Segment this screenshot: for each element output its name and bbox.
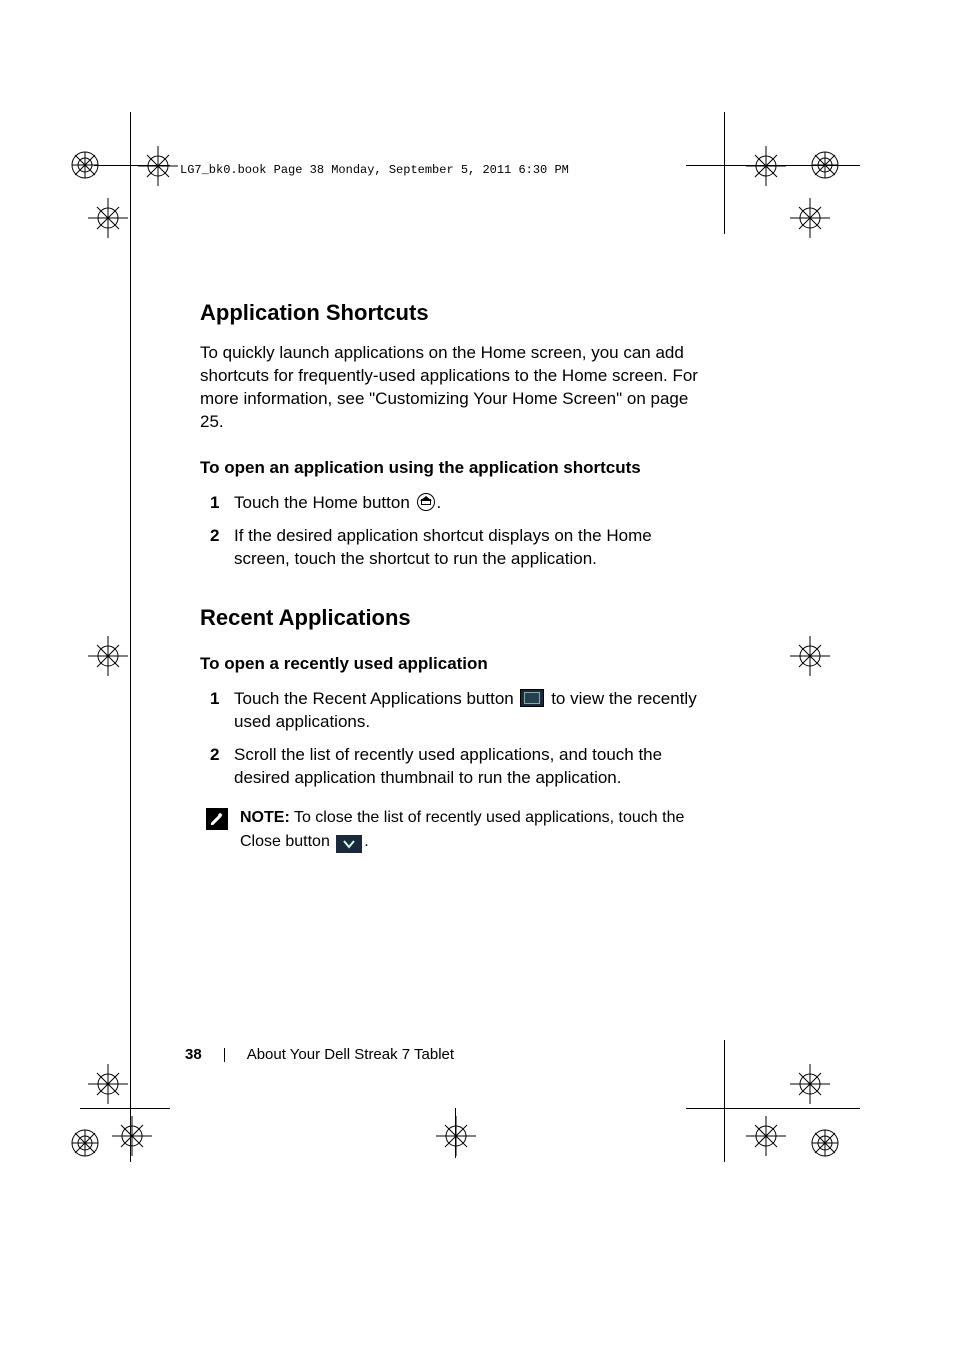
step-text: If the desired application shortcut disp… [234, 526, 652, 568]
trim-line-bot-left-h [80, 1108, 170, 1109]
trim-line-right-bot [724, 1040, 725, 1162]
registration-wheel-icon [70, 150, 100, 185]
registration-cross-icon [436, 1116, 476, 1161]
home-button-icon [417, 493, 435, 511]
trim-line-left [130, 112, 131, 1162]
registration-wheel-icon [810, 1128, 840, 1163]
registration-cross-icon [746, 1116, 786, 1161]
step-text: . [437, 493, 442, 512]
registration-cross-icon [746, 146, 786, 191]
note-text: . [364, 833, 368, 850]
page-number: 38 [185, 1046, 202, 1063]
page-content: Application Shortcuts To quickly launch … [200, 298, 710, 854]
registration-cross-icon [112, 1116, 152, 1161]
registration-wheel-icon [70, 1128, 100, 1163]
section-shortcuts-lead: To quickly launch applications on the Ho… [200, 342, 710, 434]
step-item: Scroll the list of recently used applica… [200, 744, 710, 790]
registration-wheel-icon [810, 150, 840, 185]
note-block: NOTE: To close the list of recently used… [200, 806, 710, 854]
trim-line-right-top [724, 112, 725, 234]
step-text: Touch the Recent Applications button [234, 689, 518, 708]
registration-cross-icon [790, 1064, 830, 1109]
registration-cross-icon [790, 636, 830, 681]
section-recent-subhead: To open a recently used application [200, 653, 710, 676]
step-item: If the desired application shortcut disp… [200, 525, 710, 571]
recent-apps-icon [520, 689, 544, 707]
registration-cross-icon [790, 198, 830, 243]
note-body: NOTE: To close the list of recently used… [240, 806, 710, 854]
step-text: Touch the Home button [234, 493, 415, 512]
steps-shortcuts: Touch the Home button . If the desired a… [200, 492, 710, 571]
note-pencil-icon [206, 808, 228, 830]
registration-cross-icon [88, 1064, 128, 1109]
section-heading-shortcuts: Application Shortcuts [200, 298, 710, 328]
step-text: Scroll the list of recently used applica… [234, 745, 662, 787]
step-item: Touch the Recent Applications button to … [200, 688, 710, 734]
trim-line-bot-center-v [455, 1108, 456, 1158]
close-button-icon [336, 835, 362, 853]
trim-line-top-left-h [94, 165, 170, 166]
registration-cross-icon [88, 636, 128, 681]
book-tag-text: LG7_bk0.book Page 38 Monday, September 5… [180, 163, 569, 177]
note-label: NOTE: [240, 809, 290, 826]
book-tag: LG7_bk0.book Page 38 Monday, September 5… [180, 163, 569, 177]
page-footer: 38 About Your Dell Streak 7 Tablet [185, 1046, 454, 1063]
chapter-title: About Your Dell Streak 7 Tablet [247, 1046, 454, 1063]
registration-cross-icon [138, 146, 178, 191]
section-heading-recent: Recent Applications [200, 603, 710, 633]
steps-recent: Touch the Recent Applications button to … [200, 688, 710, 790]
step-item: Touch the Home button . [200, 492, 710, 515]
section-shortcuts-subhead: To open an application using the applica… [200, 457, 710, 480]
footer-separator [224, 1048, 225, 1062]
trim-line-bot-right-h [686, 1108, 860, 1109]
trim-line-top-right-h [686, 165, 860, 166]
registration-cross-icon [88, 198, 128, 243]
note-text: To close the list of recently used appli… [240, 809, 684, 850]
